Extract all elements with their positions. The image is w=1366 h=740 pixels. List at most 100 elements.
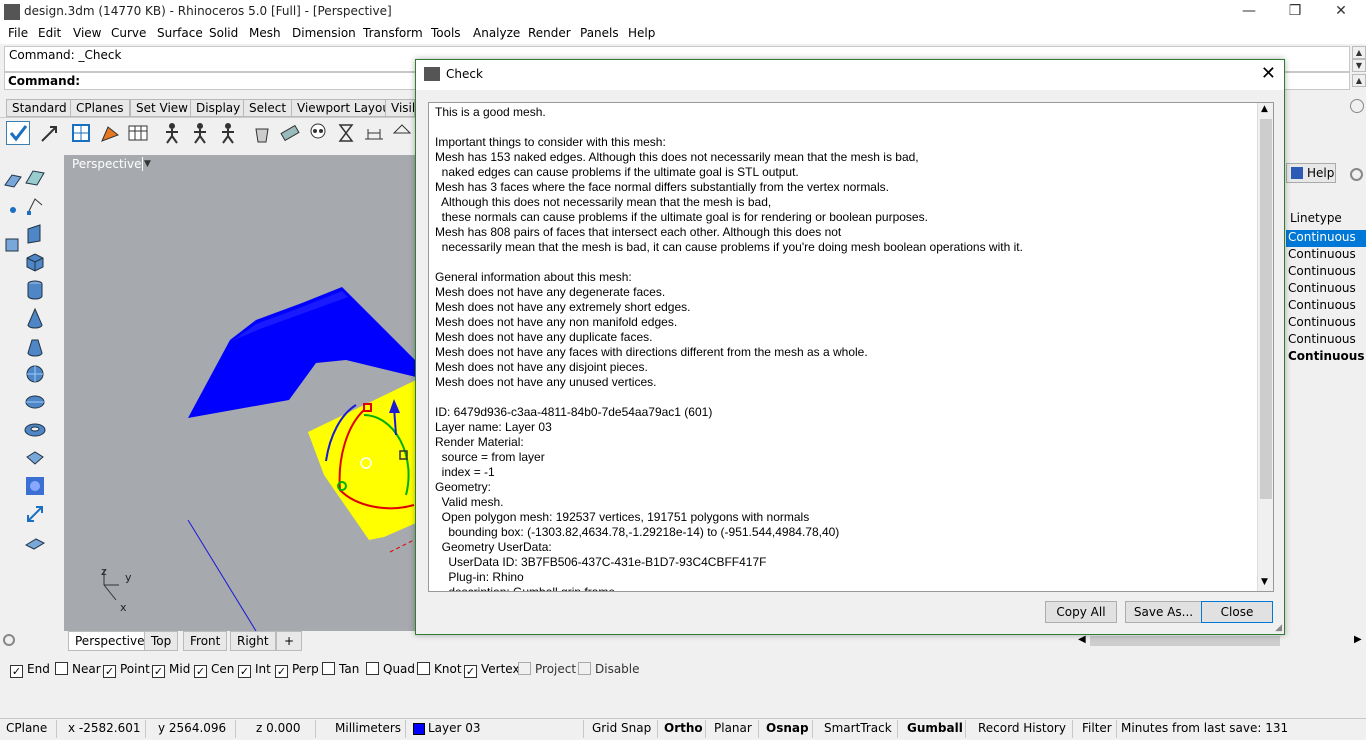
status-cplane[interactable]: CPlane: [6, 721, 47, 735]
status-filter[interactable]: Filter: [1082, 721, 1112, 735]
menu-mesh[interactable]: Mesh: [249, 26, 281, 40]
restore-button[interactable]: ❒: [1272, 0, 1318, 24]
menu-edit[interactable]: Edit: [38, 26, 61, 40]
osnap-knot[interactable]: Knot: [417, 662, 462, 676]
mesh-tool-icon[interactable]: [24, 447, 46, 469]
linetype-row[interactable]: Continuous: [1286, 332, 1366, 349]
eraser-icon[interactable]: [278, 121, 302, 145]
menu-help[interactable]: Help: [628, 26, 655, 40]
left-toolbar-gear-icon[interactable]: [2, 633, 24, 655]
linetype-column-header[interactable]: Linetype: [1290, 211, 1342, 225]
surface-tool-icon[interactable]: [2, 169, 24, 191]
resize-grip-icon[interactable]: ◢: [1275, 623, 1282, 633]
checkbox-icon[interactable]: [55, 662, 68, 675]
checkbox-icon[interactable]: ✓: [238, 665, 251, 678]
truncated-cone-icon[interactable]: [24, 335, 46, 357]
close-window-button[interactable]: ✕: [1318, 0, 1364, 24]
osnap-int[interactable]: ✓ Int: [238, 662, 271, 678]
skull-icon[interactable]: [306, 121, 330, 145]
osnap-perp[interactable]: ✓ Perp: [275, 662, 319, 678]
help-panel-tab[interactable]: Help: [1286, 163, 1336, 183]
report-vertical-scrollbar[interactable]: ▲ ▼: [1257, 103, 1273, 591]
check-report-textbox[interactable]: This is a good mesh. Important things to…: [428, 102, 1274, 592]
tab-set-view[interactable]: Set View: [130, 99, 194, 117]
history-scroll-down[interactable]: ▼: [1352, 59, 1366, 72]
checkbox-icon[interactable]: [366, 662, 379, 675]
menu-transform[interactable]: Transform: [363, 26, 423, 40]
osnap-vertex[interactable]: ✓ Vertex: [464, 662, 520, 678]
menu-surface[interactable]: Surface: [157, 26, 203, 40]
toolbar-options-gear-icon[interactable]: [1350, 99, 1364, 113]
curve-tool-icon[interactable]: [24, 195, 46, 217]
person-tool-2-icon[interactable]: [188, 121, 212, 145]
bucket-icon[interactable]: [250, 121, 274, 145]
render-tool-icon[interactable]: [24, 475, 46, 497]
cylinder-tool-icon[interactable]: [24, 279, 46, 301]
viewport-menu-chevron-icon[interactable]: ▼: [142, 157, 152, 171]
tab-standard[interactable]: Standard: [6, 99, 73, 117]
checkbox-icon[interactable]: [518, 662, 531, 675]
scroll-right-icon[interactable]: ▶: [1354, 634, 1362, 645]
box-tool-icon[interactable]: [24, 251, 46, 273]
check-icon[interactable]: [6, 121, 30, 145]
osnap-point[interactable]: ✓ Point: [103, 662, 150, 678]
osnap-disable[interactable]: Disable: [578, 662, 640, 676]
status-ortho[interactable]: Ortho: [664, 721, 703, 735]
tab-right[interactable]: Right: [230, 631, 276, 651]
book-tool-icon[interactable]: [24, 531, 46, 553]
paint-icon[interactable]: [98, 121, 122, 145]
checkbox-icon[interactable]: ✓: [464, 665, 477, 678]
menu-curve[interactable]: Curve: [111, 26, 146, 40]
checkbox-icon[interactable]: [578, 662, 591, 675]
checkbox-icon[interactable]: ✓: [275, 665, 288, 678]
cone-tool-icon[interactable]: [24, 307, 46, 329]
menu-render[interactable]: Render: [528, 26, 571, 40]
status-smarttrack[interactable]: SmartTrack: [824, 721, 892, 735]
status-grid-snap[interactable]: Grid Snap: [592, 721, 651, 735]
linetype-row[interactable]: Continuous: [1286, 230, 1366, 247]
close-button[interactable]: Close: [1201, 601, 1273, 623]
menu-panels[interactable]: Panels: [580, 26, 619, 40]
menu-solid[interactable]: Solid: [209, 26, 238, 40]
tab-display[interactable]: Display: [190, 99, 247, 117]
wall-tool-icon[interactable]: [24, 223, 46, 245]
tab-cplanes[interactable]: CPlanes: [70, 99, 130, 117]
tab-front[interactable]: Front: [183, 631, 228, 651]
linetype-row[interactable]: Continuous: [1286, 349, 1366, 366]
tab-perspective[interactable]: Perspective: [68, 631, 152, 651]
tab-top[interactable]: Top: [144, 631, 179, 651]
report-scroll-thumb[interactable]: [1260, 119, 1272, 499]
linetype-row[interactable]: Continuous: [1286, 264, 1366, 281]
linetype-row[interactable]: Continuous: [1286, 281, 1366, 298]
scroll-thumb[interactable]: [1090, 636, 1280, 646]
cancel-tool-icon[interactable]: [38, 121, 62, 145]
status-record-history[interactable]: Record History: [978, 721, 1066, 735]
menu-dimension[interactable]: Dimension: [292, 26, 356, 40]
transform-tool-icon[interactable]: [24, 503, 46, 525]
grid-box-icon[interactable]: [70, 121, 94, 145]
checkbox-icon[interactable]: ✓: [152, 665, 165, 678]
status-layer[interactable]: Layer 03: [428, 721, 481, 735]
sphere-tool-icon[interactable]: [24, 363, 46, 385]
dialog-title-bar[interactable]: Check ✕: [416, 60, 1284, 90]
osnap-quad[interactable]: Quad: [366, 662, 415, 676]
linetype-row[interactable]: Continuous: [1286, 298, 1366, 315]
viewport-title[interactable]: Perspective ▼: [64, 155, 154, 173]
panel-horizontal-scrollbar[interactable]: ◀ ▶: [1076, 634, 1366, 648]
dialog-close-icon[interactable]: ✕: [1261, 63, 1276, 84]
person-tool-3-icon[interactable]: [216, 121, 240, 145]
status-planar[interactable]: Planar: [714, 721, 752, 735]
hourglass-icon[interactable]: [334, 121, 358, 145]
add-viewport-tab-button[interactable]: +: [276, 631, 302, 651]
copy-all-button[interactable]: Copy All: [1045, 601, 1117, 623]
checkbox-icon[interactable]: ✓: [103, 665, 116, 678]
menu-view[interactable]: View: [73, 26, 101, 40]
measure-icon[interactable]: [362, 121, 386, 145]
menu-tools[interactable]: Tools: [431, 26, 461, 40]
checkbox-icon[interactable]: ✓: [194, 665, 207, 678]
table-icon[interactable]: [126, 121, 150, 145]
osnap-tan[interactable]: Tan: [322, 662, 359, 676]
command-dropdown[interactable]: ▲: [1352, 74, 1366, 87]
scroll-left-icon[interactable]: ◀: [1078, 634, 1086, 645]
status-osnap[interactable]: Osnap: [766, 721, 809, 735]
